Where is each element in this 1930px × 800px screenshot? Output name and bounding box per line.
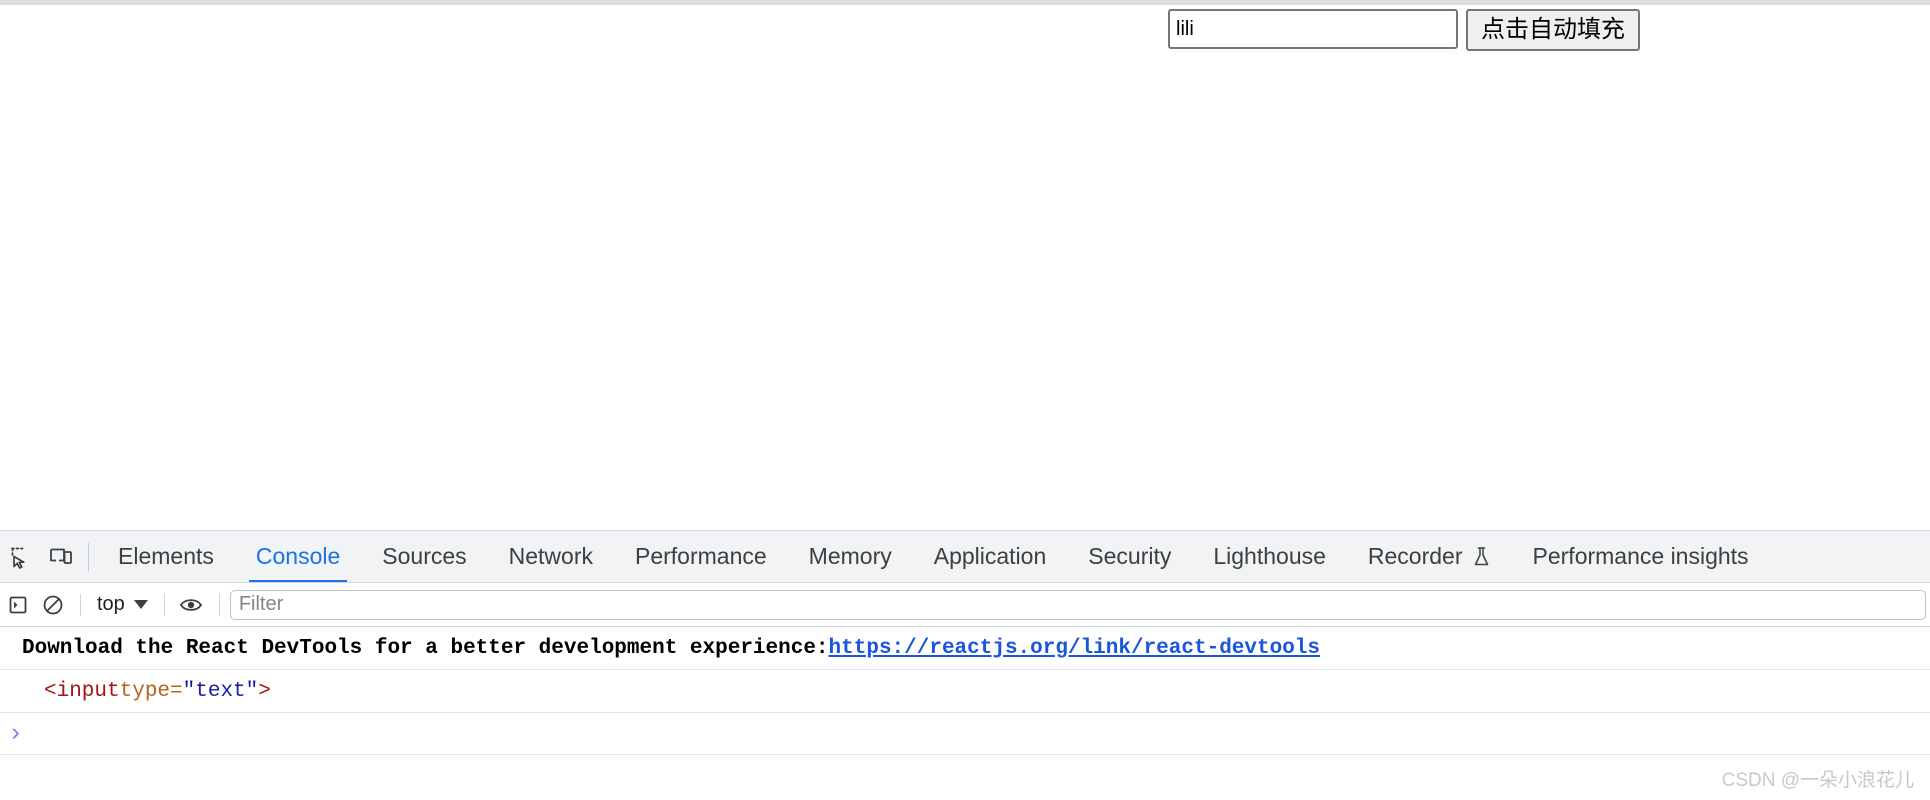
react-devtools-link[interactable]: https://reactjs.org/link/react-devtools bbox=[829, 637, 1320, 660]
toolbar-divider bbox=[163, 593, 165, 616]
chevron-down-icon bbox=[133, 600, 148, 609]
inspect-element-icon bbox=[11, 547, 25, 569]
csdn-watermark: CSDN @一朵小浪花儿 bbox=[1721, 770, 1914, 791]
console-filter-input[interactable] bbox=[229, 589, 1926, 620]
toolbar-divider bbox=[80, 593, 81, 616]
console-prompt-row[interactable]: › bbox=[0, 713, 1930, 755]
tab-label: Security bbox=[1088, 543, 1172, 569]
autofill-button[interactable]: 点击自动填充 bbox=[1466, 9, 1640, 51]
tab-security[interactable]: Security bbox=[1067, 531, 1192, 582]
tab-sources[interactable]: Sources bbox=[361, 531, 487, 582]
tab-label: Console bbox=[255, 543, 341, 569]
device-toolbar-icon bbox=[50, 548, 72, 564]
tab-application[interactable]: Application bbox=[913, 531, 1068, 582]
console-output: Download the React DevTools for a better… bbox=[0, 627, 1930, 800]
tab-performance[interactable]: Performance bbox=[614, 531, 788, 582]
clear-console-icon bbox=[43, 595, 63, 614]
tab-network[interactable]: Network bbox=[488, 531, 614, 582]
devtools-tabbar: Elements Console Sources Network Perform… bbox=[0, 531, 1930, 583]
inspect-element-button[interactable] bbox=[2, 538, 40, 576]
tabbar-divider bbox=[88, 542, 89, 571]
tab-label: Memory bbox=[808, 543, 892, 569]
devtools-panel: Elements Console Sources Network Perform… bbox=[0, 530, 1930, 800]
tab-label: Network bbox=[508, 543, 593, 569]
tab-lighthouse[interactable]: Lighthouse bbox=[1192, 531, 1347, 582]
tab-label: Sources bbox=[382, 543, 467, 569]
dom-tag-close: > bbox=[258, 679, 271, 703]
autofill-form: 点击自动填充 bbox=[1168, 9, 1640, 51]
dom-attr-value: "text" bbox=[182, 679, 259, 703]
prompt-chevron-icon: › bbox=[8, 719, 24, 748]
console-prompt-input[interactable] bbox=[23, 722, 1930, 745]
console-result-row: <input type= "text" > bbox=[0, 670, 1930, 713]
tab-console[interactable]: Console bbox=[235, 531, 361, 582]
tab-performance-insights[interactable]: Performance insights bbox=[1512, 531, 1770, 582]
tab-label: Recorder bbox=[1367, 543, 1463, 569]
live-expressions-button[interactable] bbox=[175, 588, 209, 622]
tab-elements[interactable]: Elements bbox=[97, 531, 235, 582]
tab-label: Performance bbox=[635, 543, 767, 569]
toolbar-divider bbox=[218, 593, 220, 616]
name-input[interactable] bbox=[1168, 9, 1458, 49]
console-toolbar: top bbox=[0, 583, 1930, 627]
page-viewport: 点击自动填充 bbox=[0, 5, 1930, 530]
show-console-sidebar-icon bbox=[9, 596, 27, 613]
tab-label: Performance insights bbox=[1532, 543, 1749, 569]
tab-memory[interactable]: Memory bbox=[788, 531, 913, 582]
screenshot-root: 点击自动填充 Elements Co bbox=[0, 0, 1930, 800]
device-toolbar-button[interactable] bbox=[42, 538, 80, 576]
flask-icon bbox=[1474, 547, 1488, 566]
clear-console-button[interactable] bbox=[36, 588, 70, 622]
dom-attr-name: type= bbox=[119, 679, 183, 703]
console-sidebar-toggle-button[interactable] bbox=[2, 588, 36, 622]
execution-context-selector[interactable]: top bbox=[91, 593, 154, 616]
tab-label: Lighthouse bbox=[1213, 543, 1326, 569]
console-message-text: Download the React DevTools for a better… bbox=[22, 636, 829, 660]
execution-context-label: top bbox=[97, 593, 125, 615]
tab-label: Elements bbox=[118, 543, 214, 569]
console-message-row: Download the React DevTools for a better… bbox=[0, 627, 1930, 670]
dom-tag-open: <input bbox=[44, 679, 120, 703]
tab-recorder[interactable]: Recorder bbox=[1347, 531, 1512, 582]
live-expressions-icon bbox=[179, 598, 202, 611]
tab-label: Application bbox=[933, 543, 1047, 569]
